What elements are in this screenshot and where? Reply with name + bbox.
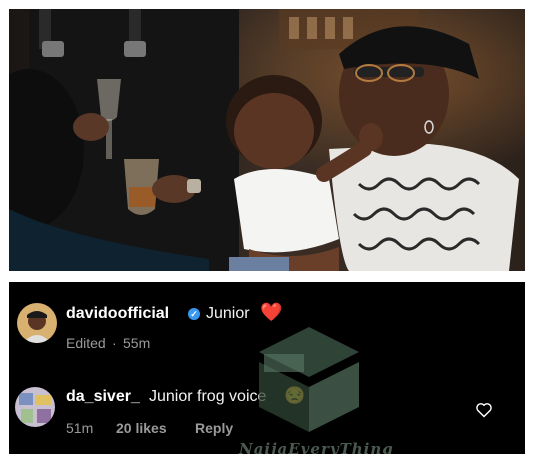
comment-username[interactable]: da_siver_ [66, 388, 140, 406]
comment-username[interactable]: davidoofficial [66, 305, 169, 323]
avatar[interactable] [15, 387, 55, 427]
meta-separator: · [112, 335, 117, 351]
comment-time: 51m [66, 420, 94, 436]
avatar[interactable] [17, 303, 57, 343]
comment-edited-label: Edited [66, 335, 106, 351]
post-photo [9, 9, 525, 271]
comment-text: Junior frog voice [149, 388, 267, 405]
watermark-logo-icon [259, 327, 359, 432]
photo-illustration [9, 9, 525, 271]
heart-emoji-icon: ❤️ [260, 302, 283, 322]
reply-button[interactable]: Reply [195, 420, 233, 436]
like-heart-icon[interactable] [475, 402, 493, 418]
watermark-text: NaijaEveryThing [239, 440, 394, 454]
avatar-image-icon [15, 387, 55, 427]
like-count-link[interactable]: 20 likes [116, 420, 167, 436]
comments-panel: davidoofficial ✓ Junior ❤️ Edited · 55m … [9, 282, 525, 454]
avatar-image-icon [17, 303, 57, 343]
verified-badge-icon: ✓ [188, 308, 200, 320]
comment-time: 55m [123, 335, 151, 351]
comment-text: Junior [206, 305, 250, 322]
